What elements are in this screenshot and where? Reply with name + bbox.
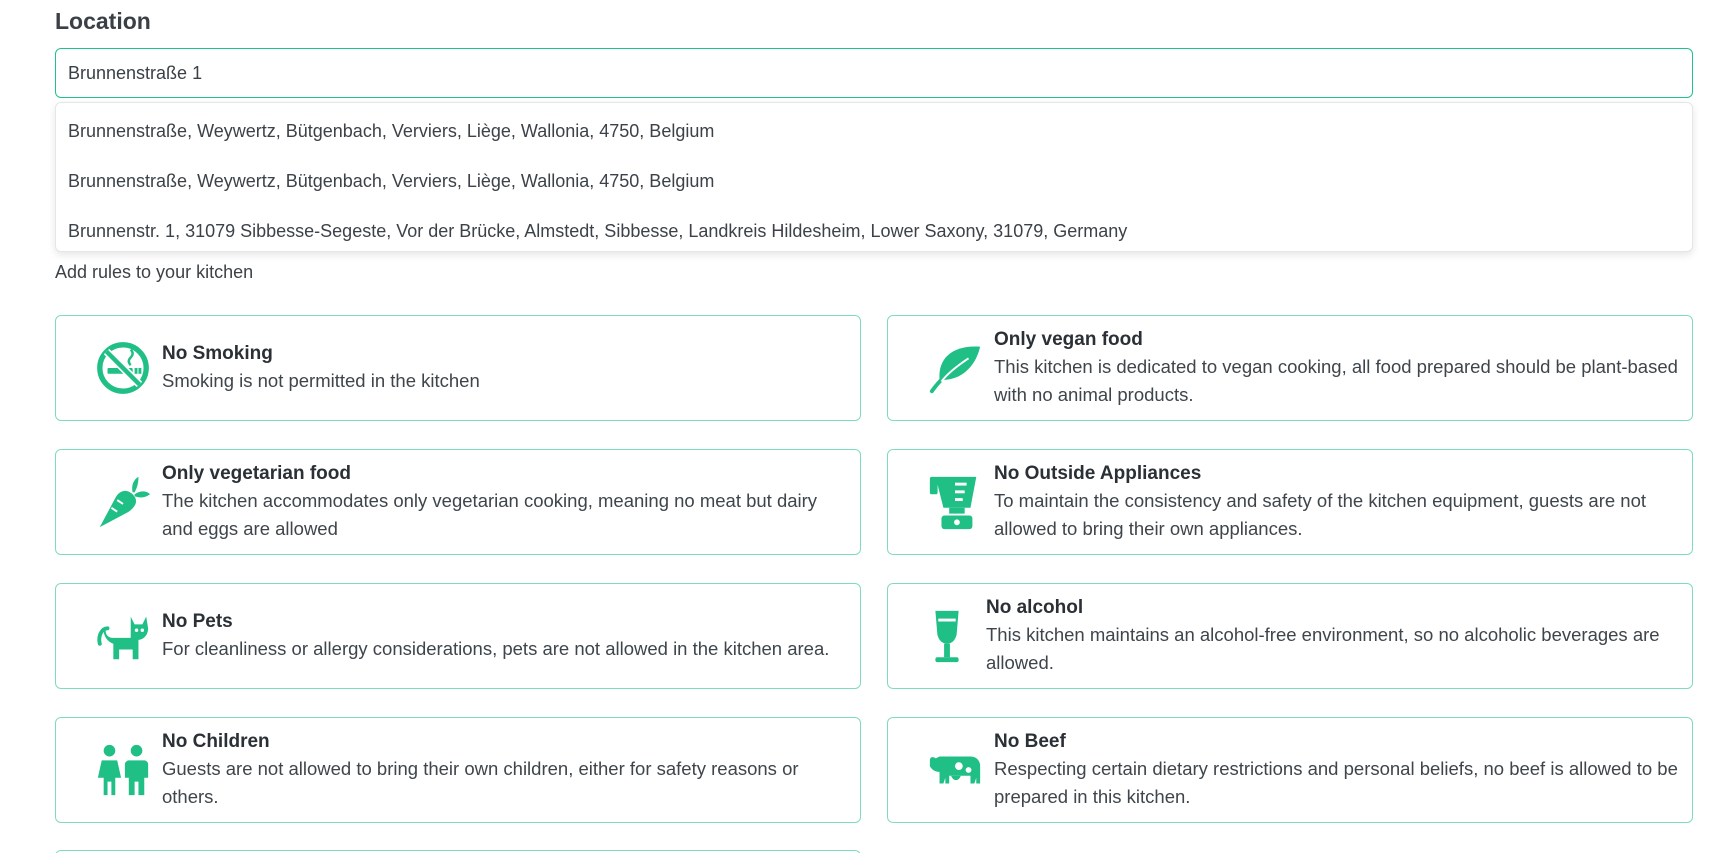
rules-label: Add rules to your kitchen bbox=[55, 262, 254, 282]
blender-icon bbox=[926, 473, 984, 531]
rule-title: No alcohol bbox=[986, 597, 1084, 618]
rule-card-no-pets[interactable]: No Pets For cleanliness or allergy consi… bbox=[55, 583, 861, 689]
rule-title: Only vegetarian food bbox=[162, 463, 351, 484]
rule-card-only-vegetarian[interactable]: Only vegetarian food The kitchen accommo… bbox=[55, 449, 861, 555]
cat-icon bbox=[94, 607, 152, 665]
rule-description: For cleanliness or allergy consideration… bbox=[162, 638, 830, 659]
carrot-icon bbox=[94, 473, 152, 531]
rule-description: To maintain the consistency and safety o… bbox=[994, 490, 1646, 539]
rule-card-no-beef[interactable]: No Beef Respecting certain dietary restr… bbox=[887, 717, 1693, 823]
suggestion-item[interactable]: Brunnenstraße, Weywertz, Bütgenbach, Ver… bbox=[56, 157, 1692, 207]
rule-card-no-alcohol[interactable]: No alcohol This kitchen maintains an alc… bbox=[887, 583, 1693, 689]
rule-card-no-outside-appliances[interactable]: No Outside Appliances To maintain the co… bbox=[887, 449, 1693, 555]
rule-card-no-smoking[interactable]: No Smoking Smoking is not permitted in t… bbox=[55, 315, 861, 421]
rule-description: Respecting certain dietary restrictions … bbox=[994, 758, 1678, 807]
rule-title: No Smoking bbox=[162, 343, 273, 364]
leaf-icon bbox=[926, 339, 984, 397]
location-title: Location bbox=[55, 8, 151, 34]
rule-title: Only vegan food bbox=[994, 329, 1143, 350]
cow-icon bbox=[926, 741, 984, 799]
no-smoking-icon bbox=[94, 339, 152, 397]
rule-card-only-vegan[interactable]: Only vegan food This kitchen is dedicate… bbox=[887, 315, 1693, 421]
suggestion-item[interactable]: Brunnenstraße, Weywertz, Bütgenbach, Ver… bbox=[56, 107, 1692, 157]
wine-glass-icon bbox=[918, 607, 976, 665]
rule-description: The kitchen accommodates only vegetarian… bbox=[162, 490, 818, 539]
rule-card-no-children[interactable]: No Children Guests are not allowed to br… bbox=[55, 717, 861, 823]
rule-title: No Beef bbox=[994, 731, 1066, 752]
rule-title: No Pets bbox=[162, 611, 233, 632]
rule-description: Guests are not allowed to bring their ow… bbox=[162, 758, 799, 807]
rule-description: This kitchen maintains an alcohol-free e… bbox=[986, 624, 1660, 673]
rule-title: No Children bbox=[162, 731, 270, 752]
rules-grid: No Smoking Smoking is not permitted in t… bbox=[55, 315, 1693, 823]
location-input[interactable] bbox=[55, 48, 1693, 98]
rule-description: This kitchen is dedicated to vegan cooki… bbox=[994, 356, 1678, 405]
location-suggestions: Brunnenstraße, Weywertz, Bütgenbach, Ver… bbox=[55, 102, 1693, 252]
rule-title: No Outside Appliances bbox=[994, 463, 1202, 484]
rule-description: Smoking is not permitted in the kitchen bbox=[162, 370, 480, 391]
suggestion-item[interactable]: Brunnenstr. 1, 31079 Sibbesse-Segeste, V… bbox=[56, 207, 1692, 257]
children-icon bbox=[94, 741, 152, 799]
